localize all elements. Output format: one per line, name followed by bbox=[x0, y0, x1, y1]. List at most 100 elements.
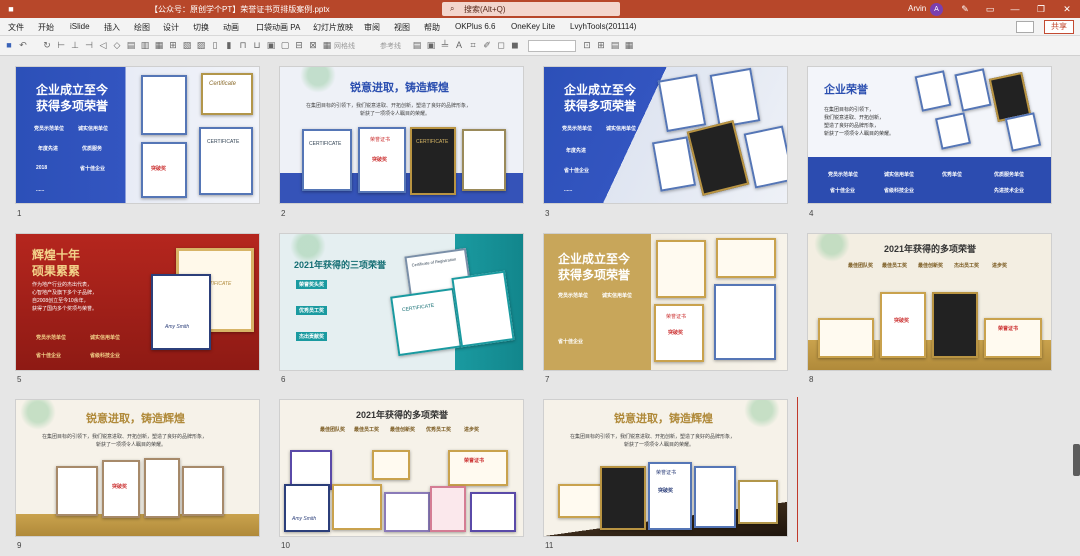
format-painter-icon[interactable]: ✐ bbox=[482, 40, 492, 51]
slide-number: 9 bbox=[17, 541, 22, 550]
format-icon[interactable]: ▤ bbox=[610, 40, 620, 51]
tab-draw[interactable]: 绘图 bbox=[134, 22, 150, 33]
tab-islide[interactable]: iSlide bbox=[70, 22, 90, 31]
award-text: 党员示范单位 bbox=[558, 293, 589, 299]
slide-number: 4 bbox=[809, 209, 814, 218]
tab-okplus[interactable]: OKPlus 6.6 bbox=[455, 22, 495, 31]
certificate-label: CERTIFICATE bbox=[207, 139, 240, 145]
align-icon[interactable]: ▢ bbox=[280, 40, 290, 51]
align-icon[interactable]: ▣ bbox=[266, 40, 276, 51]
search-box[interactable]: ⌕ 搜索(Alt+Q) bbox=[442, 2, 620, 16]
slide-title-line1: 企业成立至今 bbox=[564, 83, 637, 97]
distribute-icon[interactable]: ▦ bbox=[154, 40, 164, 51]
shape-icon[interactable]: ◁ bbox=[98, 40, 108, 51]
undo-icon[interactable]: ↶ bbox=[18, 40, 28, 51]
slide-paragraph: 获得了国内多个奖项与荣誉。 bbox=[32, 306, 98, 312]
award-text: 最佳创新奖 bbox=[390, 427, 416, 433]
award-text: 最佳团队奖 bbox=[320, 427, 346, 433]
scrollbar-thumb[interactable] bbox=[1073, 444, 1080, 476]
ruler-icon[interactable]: ╧ bbox=[440, 40, 450, 51]
tab-transitions[interactable]: 切换 bbox=[193, 22, 209, 33]
certificate-label: CERTIFICATE bbox=[309, 141, 342, 147]
slide-thumbnail-3[interactable]: 企业成立至今 获得多项荣誉 党员示范单位 诚实信用单位 年度先进 省十佳企业 .… bbox=[544, 67, 787, 203]
text-icon[interactable]: A bbox=[454, 40, 464, 51]
document-title[interactable]: 【公众号：原创学个PT】荣誉证书页排版案例.pptx bbox=[150, 4, 330, 15]
certificate-label: 突破奖 bbox=[658, 488, 674, 494]
slide-title-line1: 企业成立至今 bbox=[558, 252, 631, 266]
tab-lvyhtools[interactable]: LvyhTools(201114) bbox=[570, 22, 636, 31]
slide-thumbnail-10[interactable]: 2021年获得的多项荣誉 最佳团队奖 最佳员工奖 最佳创新奖 优秀员工奖 进步奖… bbox=[280, 400, 523, 536]
award-text: 诚实信用单位 bbox=[90, 335, 121, 341]
format-icon[interactable]: ⊞ bbox=[596, 40, 606, 51]
align-icon[interactable]: ⊔ bbox=[252, 40, 262, 51]
comments-icon[interactable] bbox=[1016, 21, 1034, 33]
format-icon[interactable]: ▦ bbox=[624, 40, 634, 51]
slide-thumbnail-5[interactable]: 辉煌十年 硕果累累 作为地产行业的杰出代表， 心智地产及旗下多个子品牌， 自20… bbox=[16, 234, 259, 370]
format-icon[interactable]: ▤ bbox=[412, 40, 422, 51]
distribute-icon[interactable]: ▧ bbox=[182, 40, 192, 51]
font-size-dropdown[interactable] bbox=[528, 40, 576, 52]
redo-icon[interactable]: ↻ bbox=[42, 40, 52, 51]
tab-help[interactable]: 帮助 bbox=[424, 22, 440, 33]
chart-icon[interactable]: ▥ bbox=[140, 40, 150, 51]
distribute-icon[interactable]: ⊞ bbox=[168, 40, 178, 51]
tab-pocket-animation[interactable]: 口袋动画 PA bbox=[256, 22, 300, 33]
guide-checkbox-label[interactable]: 参考线 bbox=[380, 41, 401, 51]
chart-icon[interactable]: ▤ bbox=[126, 40, 136, 51]
user-name[interactable]: Arvin bbox=[908, 4, 926, 13]
tab-design[interactable]: 设计 bbox=[163, 22, 179, 33]
tab-insert[interactable]: 插入 bbox=[104, 22, 120, 33]
slide-thumbnail-2[interactable]: 锐意进取，铸造辉煌 在集团目标的引领下，我们锐意进取、开拓创新，塑造了良好的品牌… bbox=[280, 67, 523, 203]
shape-icon[interactable]: ◇ bbox=[112, 40, 122, 51]
close-button[interactable]: ✕ bbox=[1052, 0, 1080, 18]
image-icon[interactable]: ▣ bbox=[426, 40, 436, 51]
align-icon[interactable]: ⊠ bbox=[308, 40, 318, 51]
align-center-icon[interactable]: ⊥ bbox=[70, 40, 80, 51]
certificate-label: 荣誉证书 bbox=[998, 326, 1019, 332]
certificate-label: CERTIFICATE bbox=[416, 139, 449, 145]
align-icon[interactable]: ▯ bbox=[210, 40, 220, 51]
slide-title-line2: 硕果累累 bbox=[32, 264, 81, 278]
save-icon[interactable]: ■ bbox=[4, 40, 14, 51]
format-icon[interactable]: ◼ bbox=[510, 40, 520, 51]
award-text: 诚实信用单位 bbox=[78, 126, 109, 132]
certificate-label: 荣誉证书 bbox=[464, 458, 485, 464]
slide-number: 3 bbox=[545, 209, 550, 218]
slide-thumbnail-9[interactable]: 锐意进取，铸造辉煌 在集团目标的引领下，我们锐意进取、开拓创新，塑造了良好的品牌… bbox=[16, 400, 259, 536]
slide-thumbnail-1[interactable]: 企业成立至今 获得多项荣誉 党员示范单位 诚实信用单位 年度先进 优质服务 20… bbox=[16, 67, 259, 203]
slide-thumbnail-4[interactable]: 企业荣誉 在集团目标的引领下， 我们锐意进取、开拓创新， 塑造了良好的品牌形象，… bbox=[808, 67, 1051, 203]
slide-thumbnail-8[interactable]: 2021年获得的多项荣誉 最佳团队奖 最佳员工奖 最佳创新奖 杰出员工奖 进步奖… bbox=[808, 234, 1051, 370]
distribute-icon[interactable]: ▨ bbox=[196, 40, 206, 51]
grid-icon[interactable]: ▦ bbox=[322, 40, 332, 51]
tab-home[interactable]: 开始 bbox=[38, 22, 54, 33]
tab-animations[interactable]: 动画 bbox=[223, 22, 239, 33]
align-icon[interactable]: ⊟ bbox=[294, 40, 304, 51]
slide-title-line1: 企业成立至今 bbox=[36, 83, 109, 97]
align-right-icon[interactable]: ⊣ bbox=[84, 40, 94, 51]
tab-slideshow[interactable]: 幻灯片放映 bbox=[313, 22, 353, 33]
share-button[interactable]: 共享 bbox=[1044, 20, 1074, 34]
tab-view[interactable]: 视图 bbox=[394, 22, 410, 33]
align-icon[interactable]: ⊓ bbox=[238, 40, 248, 51]
format-icon[interactable]: ⊡ bbox=[582, 40, 592, 51]
award-text: 先进技术企业 bbox=[994, 188, 1025, 194]
award-text: 最佳员工奖 bbox=[882, 263, 908, 269]
grid-checkbox-label[interactable]: 网格线 bbox=[334, 41, 355, 51]
align-icon[interactable]: ▮ bbox=[224, 40, 234, 51]
slide-thumbnail-11[interactable]: 锐意进取，铸造辉煌 在集团目标的引领下，我们锐意进取、开拓创新，塑造了良好的品牌… bbox=[544, 400, 787, 536]
tab-onekey[interactable]: OneKey Lite bbox=[511, 22, 555, 31]
align-left-icon[interactable]: ⊢ bbox=[56, 40, 66, 51]
avatar[interactable]: A bbox=[930, 3, 943, 16]
save-icon[interactable]: ■ bbox=[4, 0, 18, 18]
award-text: 党员示范单位 bbox=[34, 126, 65, 132]
tab-file[interactable]: 文件 bbox=[8, 22, 24, 33]
crop-icon[interactable]: ⌗ bbox=[468, 40, 478, 51]
slide-number: 1 bbox=[17, 209, 22, 218]
award-text: 2018 bbox=[36, 165, 48, 171]
format-icon[interactable]: ◻ bbox=[496, 40, 506, 51]
certificate-label: 突破奖 bbox=[668, 330, 684, 336]
slide-thumbnail-7[interactable]: 企业成立至今 获得多项荣誉 党员示范单位 诚实信用单位 省十佳企业 荣誉证书 突破… bbox=[544, 234, 787, 370]
award-text: 优质服务 bbox=[82, 146, 103, 152]
slide-thumbnail-6[interactable]: 2021年获得的三项荣誉 荣誉奖头奖 优秀员工奖 杰出贡献奖 Certifica… bbox=[280, 234, 523, 370]
tab-review[interactable]: 审阅 bbox=[364, 22, 380, 33]
